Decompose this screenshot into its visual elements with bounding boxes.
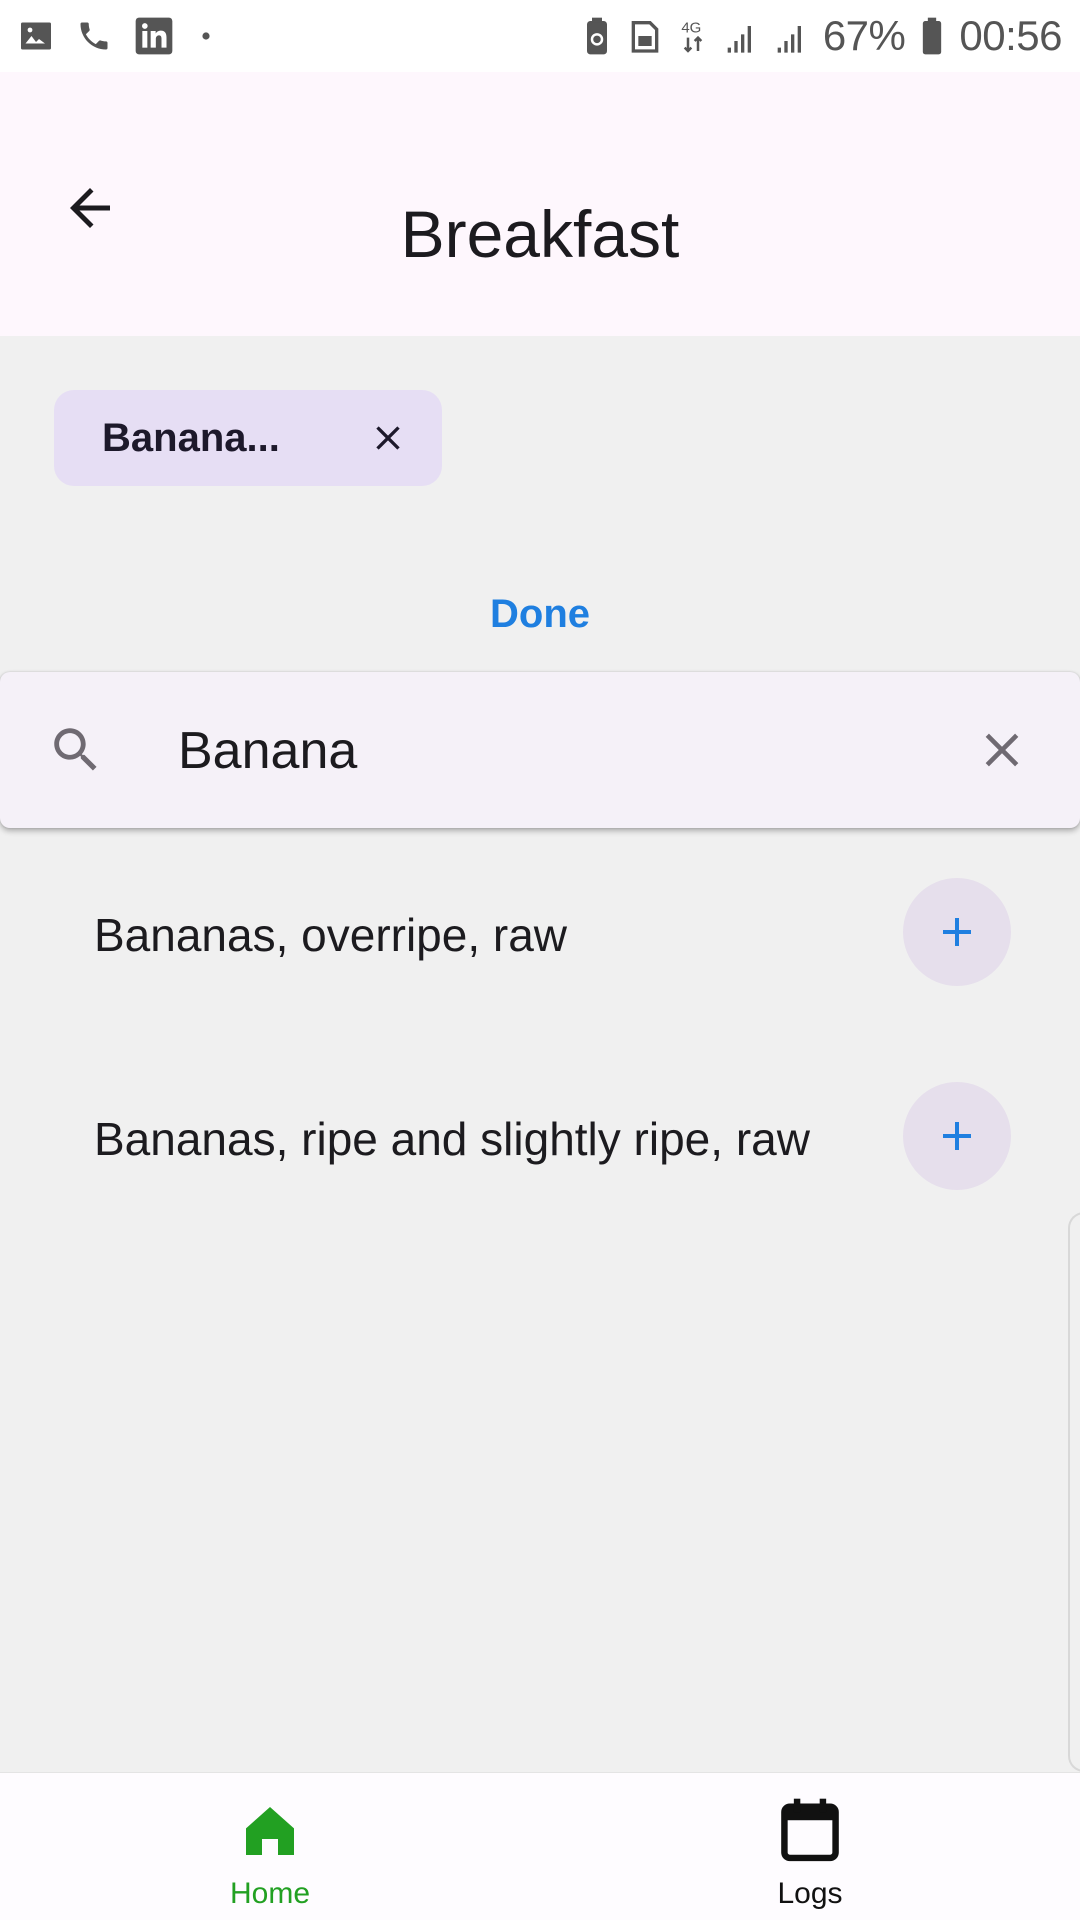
network-label: 4G [681,20,701,37]
search-clear-button[interactable] [972,720,1032,780]
list-item[interactable]: Bananas, overripe, raw [0,862,1080,1002]
battery-icon [919,16,945,56]
status-right: 4G 67% 00:56 [581,12,1062,60]
status-left [18,16,216,56]
phone-icon [76,18,112,54]
add-button[interactable] [903,878,1011,986]
done-button[interactable]: Done [0,592,1080,637]
search-icon [46,720,106,780]
search-bar [0,672,1080,828]
battery-percent: 67% [822,12,906,59]
plus-icon [943,918,971,946]
result-label: Bananas, ripe and slightly ripe, raw [94,1113,810,1165]
scrollbar-edge [1068,1212,1080,1772]
signal-icon [723,16,759,56]
result-label: Bananas, overripe, raw [94,909,568,961]
close-icon [985,733,1019,767]
screen: 4G 67% 00:56 Breakfast Banana... Done Ba… [0,0,1080,1920]
status-bar: 4G 67% 00:56 [0,0,1080,72]
close-icon [376,426,400,450]
nav-label-logs: Logs [777,1877,843,1910]
add-button[interactable] [903,1082,1011,1190]
list-item[interactable]: Bananas, ripe and slightly ripe, raw [0,1066,1080,1206]
chip-remove-button[interactable] [364,414,412,462]
search-input[interactable] [178,720,938,782]
home-icon [235,1795,305,1867]
calendar-icon [775,1795,845,1867]
plus-icon [943,1122,971,1150]
dot-icon [196,18,216,54]
nav-item-logs[interactable]: Logs [690,1773,930,1920]
signal-icon [773,16,809,56]
data-arrows-icon: 4G [677,16,709,56]
clock: 00:56 [959,12,1062,59]
chip-label: Banana... [102,415,280,460]
nav-item-home[interactable]: Home [150,1773,390,1920]
nav-label-home: Home [229,1877,311,1910]
battery-saver-icon [581,16,613,56]
sim-icon [627,16,663,56]
selected-food-chip[interactable]: Banana... [54,390,442,486]
image-icon [18,18,54,54]
page-title: Breakfast [400,197,680,271]
linkedin-icon [134,16,174,56]
bottom-navigation: Home Logs [0,1772,1080,1920]
